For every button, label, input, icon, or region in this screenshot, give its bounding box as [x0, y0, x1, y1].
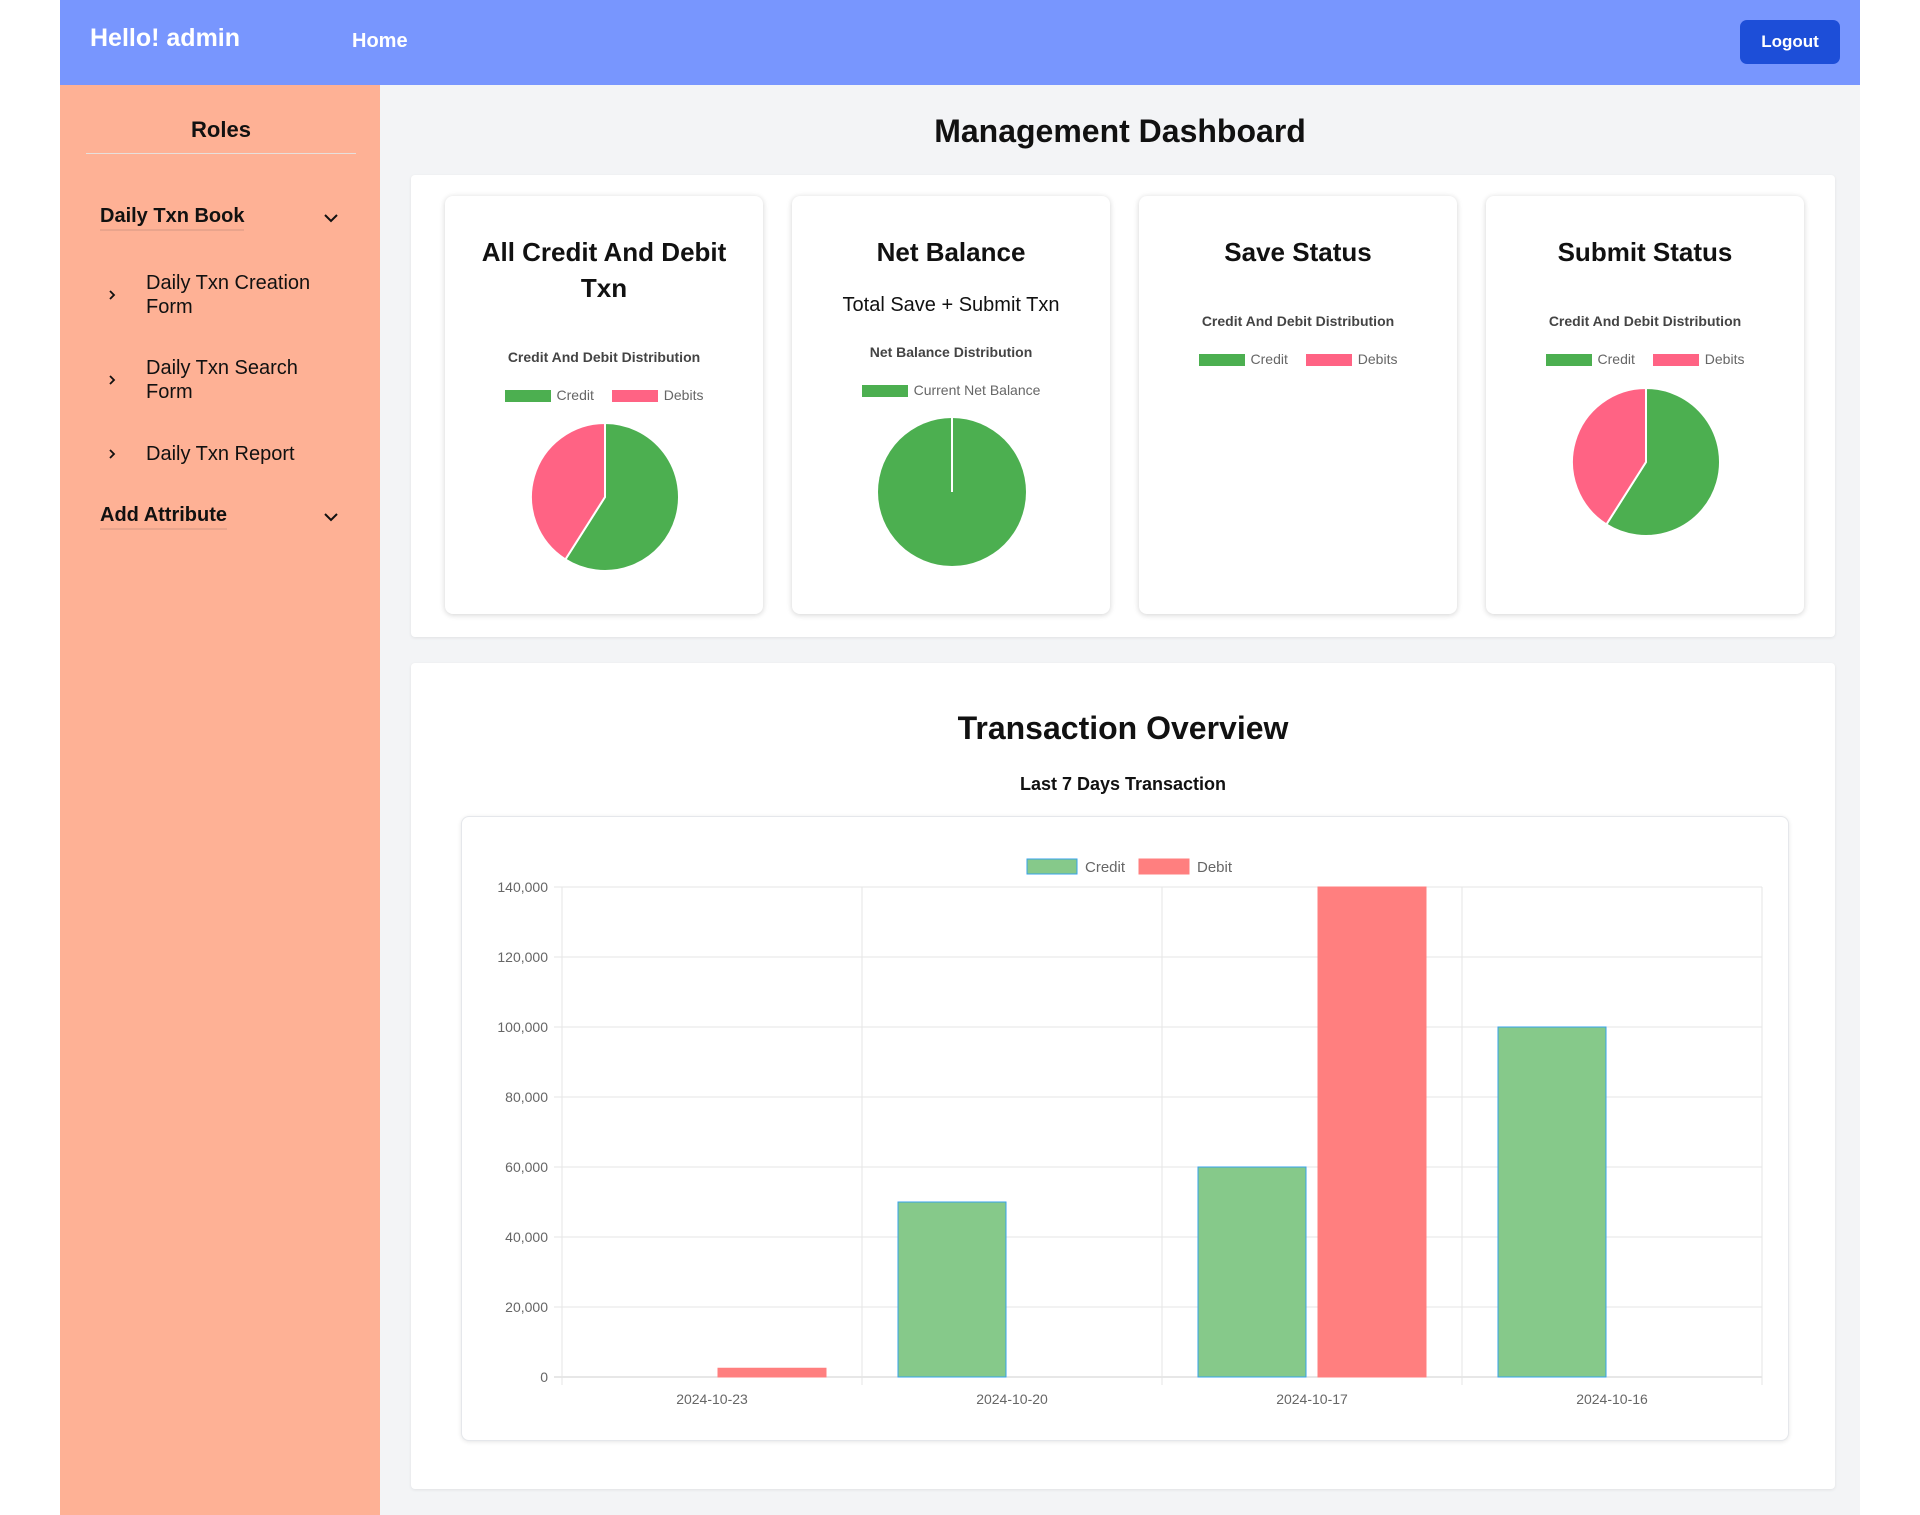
svg-text:Debit: Debit — [1197, 859, 1233, 876]
legend-item-current-net-balance[interactable]: Current Net Balance — [861, 382, 1040, 398]
legend-item-credit[interactable]: Credit — [504, 387, 594, 403]
legend-item-debits[interactable]: Debits — [611, 387, 703, 403]
y-tick-label: 80,000 — [505, 1089, 548, 1105]
chevron-right-icon — [109, 375, 116, 385]
chart-legend: Credit Debits — [445, 387, 763, 403]
y-tick-label: 20,000 — [505, 1299, 548, 1315]
app-window: Hello! admin Home Logout Roles Daily Txn… — [60, 0, 1860, 1515]
credit-debit-pie-chart[interactable] — [529, 421, 681, 573]
chevron-down-icon — [324, 214, 338, 223]
sidebar-item-daily-txn-creation-form[interactable]: Daily Txn Creation Form — [100, 271, 340, 323]
bar-chart-container: Credit Debit 0 20,000 40,000 60,000 80,000 100,… — [461, 816, 1789, 1441]
y-tick-label: 100,000 — [497, 1019, 548, 1035]
bar-credit-2024-10-17[interactable] — [1197, 1166, 1307, 1378]
card-title: Submit Status — [1557, 237, 1733, 267]
x-tick-label: 2024-10-20 — [976, 1391, 1048, 1407]
legend-item-debits[interactable]: Debits — [1305, 351, 1397, 367]
transaction-bar-chart[interactable]: Credit Debit 0 20,000 40,000 60,000 80,000 100,… — [462, 817, 1788, 1440]
save-status-pie-chart[interactable] — [1223, 386, 1375, 538]
y-tick-label: 120,000 — [497, 949, 548, 965]
sidebar: Roles Daily Txn Book Daily Txn Creation … — [60, 85, 380, 1515]
x-tick-label: 2024-10-16 — [1576, 1391, 1648, 1407]
sidebar-item-label: Daily Txn Search Form — [146, 357, 298, 403]
chart-title: Credit And Debit Distribution — [507, 349, 701, 365]
y-tick-label: 0 — [540, 1369, 548, 1385]
legend-item-debit[interactable]: Debit — [1138, 858, 1233, 876]
chart-title: Credit And Debit Distribution — [1548, 313, 1742, 329]
card-title: Net Balance — [876, 237, 1026, 267]
sidebar-section-add-attribute[interactable]: Add Attribute — [100, 504, 340, 538]
y-tick-label: 40,000 — [505, 1229, 548, 1245]
legend-item-credit[interactable]: Credit — [1198, 351, 1288, 367]
chart-legend: Current Net Balance — [792, 382, 1110, 398]
bar-credit-2024-10-16[interactable] — [1497, 1026, 1607, 1378]
bar-debit-2024-10-23[interactable] — [717, 1367, 827, 1378]
transaction-overview-panel: Transaction Overview Last 7 Days Transac… — [411, 663, 1835, 1489]
section-title: Transaction Overview — [957, 710, 1289, 746]
sidebar-item-label: Daily Txn Creation Form — [146, 272, 311, 318]
chart-legend: Credit Debit — [1026, 858, 1233, 876]
chevron-right-icon — [109, 449, 116, 459]
card-title: Save Status — [1224, 237, 1372, 267]
chart-legend: Credit Debits — [1486, 351, 1804, 367]
legend-item-credit[interactable]: Credit — [1545, 351, 1635, 367]
bar-credit-2024-10-20[interactable] — [897, 1201, 1007, 1378]
bar-debit-2024-10-17[interactable] — [1317, 886, 1427, 1378]
legend-item-credit[interactable]: Credit — [1026, 858, 1126, 876]
card-title: All Credit And Debit Txn — [481, 237, 727, 303]
chevron-right-icon — [109, 290, 116, 300]
legend-item-debits[interactable]: Debits — [1652, 351, 1744, 367]
card-all-credit-debit: All Credit And Debit Txn Credit And Debi… — [445, 196, 763, 614]
sidebar-section-label: Daily Txn Book — [100, 205, 245, 231]
sidebar-section-daily-txn-book[interactable]: Daily Txn Book — [100, 205, 340, 239]
net-balance-pie-chart[interactable] — [876, 416, 1028, 568]
y-tick-label: 140,000 — [497, 879, 548, 895]
chart-title: Net Balance Distribution — [869, 344, 1033, 360]
x-tick-label: 2024-10-23 — [676, 1391, 748, 1407]
chart-legend: Credit Debits — [1139, 351, 1457, 367]
card-save-status: Save Status Credit And Debit Distributio… — [1139, 196, 1457, 614]
card-net-balance: Net Balance Total Save + Submit Txn Net … — [792, 196, 1110, 614]
logout-button[interactable]: Logout — [1740, 20, 1840, 64]
sidebar-item-label: Daily Txn Report — [146, 443, 295, 465]
card-submit-status: Submit Status Credit And Debit Distribut… — [1486, 196, 1804, 614]
top-navbar: Hello! admin Home Logout — [60, 0, 1860, 85]
submit-status-pie-chart[interactable] — [1570, 386, 1722, 538]
home-link[interactable]: Home — [352, 30, 408, 53]
y-tick-label: 60,000 — [505, 1159, 548, 1175]
section-subtitle: Last 7 Days Transaction — [1019, 774, 1227, 794]
chevron-down-icon — [324, 513, 338, 522]
page-title: Management Dashboard — [934, 113, 1306, 149]
sidebar-item-daily-txn-report[interactable]: Daily Txn Report — [100, 442, 340, 470]
greeting-text: Hello! admin — [90, 24, 241, 52]
card-subtitle: Total Save + Submit Txn — [842, 294, 1060, 316]
sidebar-title: Roles — [86, 117, 356, 154]
svg-text:Credit: Credit — [1085, 859, 1126, 876]
sidebar-section-label: Add Attribute — [100, 504, 228, 530]
chart-title: Credit And Debit Distribution — [1201, 313, 1395, 329]
sidebar-item-daily-txn-search-form[interactable]: Daily Txn Search Form — [100, 356, 340, 408]
x-tick-label: 2024-10-17 — [1276, 1391, 1348, 1407]
summary-cards-panel: All Credit And Debit Txn Credit And Debi… — [411, 175, 1835, 637]
